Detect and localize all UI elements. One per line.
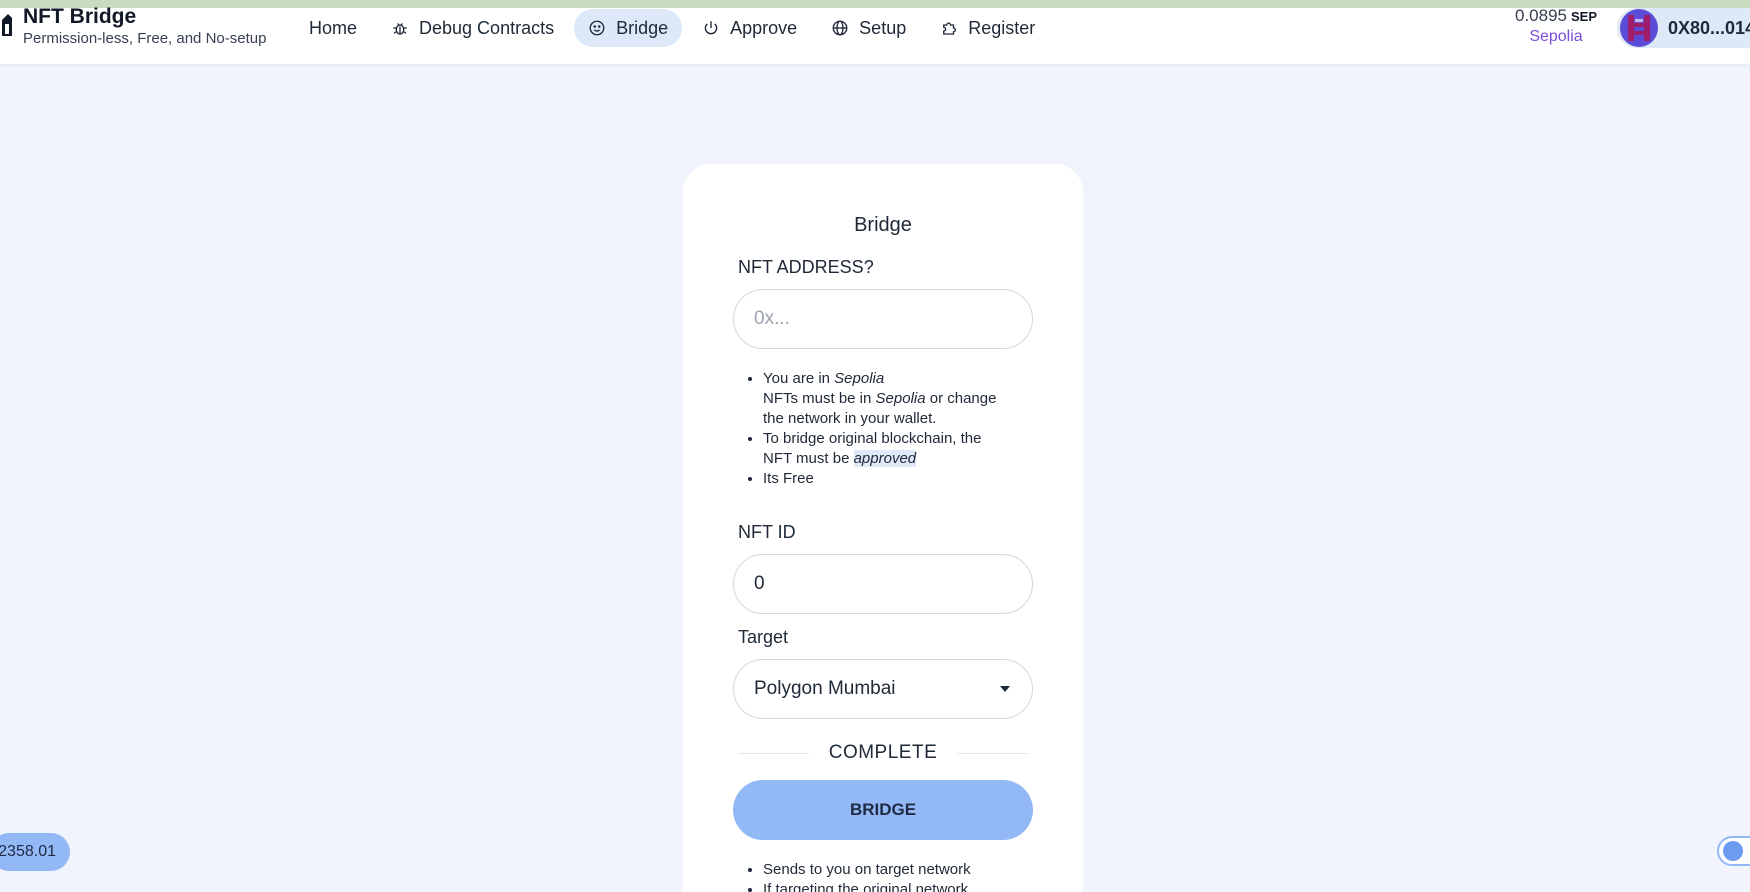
- globe-icon: [832, 20, 848, 36]
- note-text: You are in: [763, 370, 835, 387]
- nav-setup[interactable]: Setup: [817, 9, 920, 47]
- card-title: Bridge: [854, 214, 912, 236]
- nft-id-value: 0: [754, 573, 765, 594]
- nft-address-placeholder: 0x...: [754, 308, 790, 329]
- smiley-icon: [589, 20, 605, 36]
- bug-icon: [393, 23, 407, 35]
- avatar: [1620, 9, 1658, 47]
- nft-address-label: NFT ADDRESS?: [738, 257, 874, 277]
- note-text: Its Free: [763, 470, 814, 487]
- wallet-balance: 0.0895 SEP Sepolia: [1515, 6, 1597, 46]
- list-item: To bridge original blockchain, the NFT m…: [763, 429, 1013, 469]
- main-nav: Home Debug Contracts Bridge Approve Setu…: [295, 9, 1055, 47]
- target-label: Target: [738, 627, 789, 647]
- target-select[interactable]: Polygon Mumbai: [733, 659, 1033, 719]
- balance-value: 0.0895: [1515, 6, 1567, 25]
- theme-toggle[interactable]: [1717, 836, 1750, 866]
- note-text: NFTs must be in: [763, 390, 876, 407]
- bridge-card: Bridge NFT ADDRESS? 0x... You are in Sep…: [683, 164, 1083, 892]
- nav-debug-contracts[interactable]: Debug Contracts: [377, 9, 568, 47]
- balance-unit: SEP: [1571, 9, 1598, 24]
- approved-link[interactable]: approved: [853, 450, 917, 467]
- target-value: Polygon Mumbai: [754, 678, 896, 699]
- nft-id-input[interactable]: 0: [733, 554, 1033, 614]
- nav-home[interactable]: Home: [295, 9, 371, 47]
- account-button[interactable]: 0X80...014: [1617, 8, 1750, 48]
- caret-down-icon: [1000, 686, 1010, 692]
- divider-line: [738, 752, 809, 754]
- app-header: NFT Bridge Permission-less, Free, and No…: [0, 5, 1750, 64]
- price-badge[interactable]: 2358.01: [0, 833, 70, 871]
- list-item: Its Free: [763, 469, 1013, 489]
- nav-bridge-label: Bridge: [616, 17, 669, 38]
- divider-text: COMPLETE: [828, 742, 938, 763]
- nav-bridge[interactable]: Bridge: [574, 9, 683, 47]
- note-network: Sepolia: [875, 390, 926, 407]
- bridge-notes: Sends to you on target network If target…: [763, 860, 1023, 892]
- bridge-button[interactable]: BRIDGE: [733, 780, 1033, 840]
- logo-icon: [2, 14, 12, 36]
- list-item: Sends to you on target network: [763, 860, 1023, 880]
- info-list: You are in Sepolia NFTs must be in Sepol…: [763, 369, 1013, 489]
- divider-line: [957, 752, 1028, 754]
- nft-address-input[interactable]: 0x...: [733, 289, 1033, 349]
- nav-approve-label: Approve: [730, 17, 798, 38]
- nav-home-label: Home: [309, 17, 358, 38]
- brand-title: NFT Bridge: [23, 5, 137, 28]
- power-icon: [704, 21, 718, 35]
- price-value: 2358.01: [0, 843, 56, 860]
- toggle-knob: [1723, 841, 1743, 861]
- nav-register[interactable]: Register: [926, 9, 1049, 47]
- nav-setup-label: Setup: [859, 17, 907, 38]
- brand[interactable]: NFT Bridge Permission-less, Free, and No…: [0, 5, 267, 48]
- nav-approve[interactable]: Approve: [688, 9, 811, 47]
- list-item: If targeting the original network: [763, 880, 1023, 892]
- puzzle-icon: [943, 22, 957, 35]
- account-address: 0X80...014: [1668, 17, 1750, 38]
- nav-debug-contracts-label: Debug Contracts: [419, 17, 555, 38]
- note-network: Sepolia: [834, 370, 885, 387]
- complete-divider: COMPLETE: [738, 742, 1028, 764]
- list-item: You are in Sepolia NFTs must be in Sepol…: [763, 369, 1013, 429]
- nav-register-label: Register: [968, 17, 1036, 38]
- nft-id-label: NFT ID: [738, 522, 796, 542]
- network-name: Sepolia: [1529, 28, 1583, 45]
- brand-subtitle: Permission-less, Free, and No-setup: [23, 30, 267, 47]
